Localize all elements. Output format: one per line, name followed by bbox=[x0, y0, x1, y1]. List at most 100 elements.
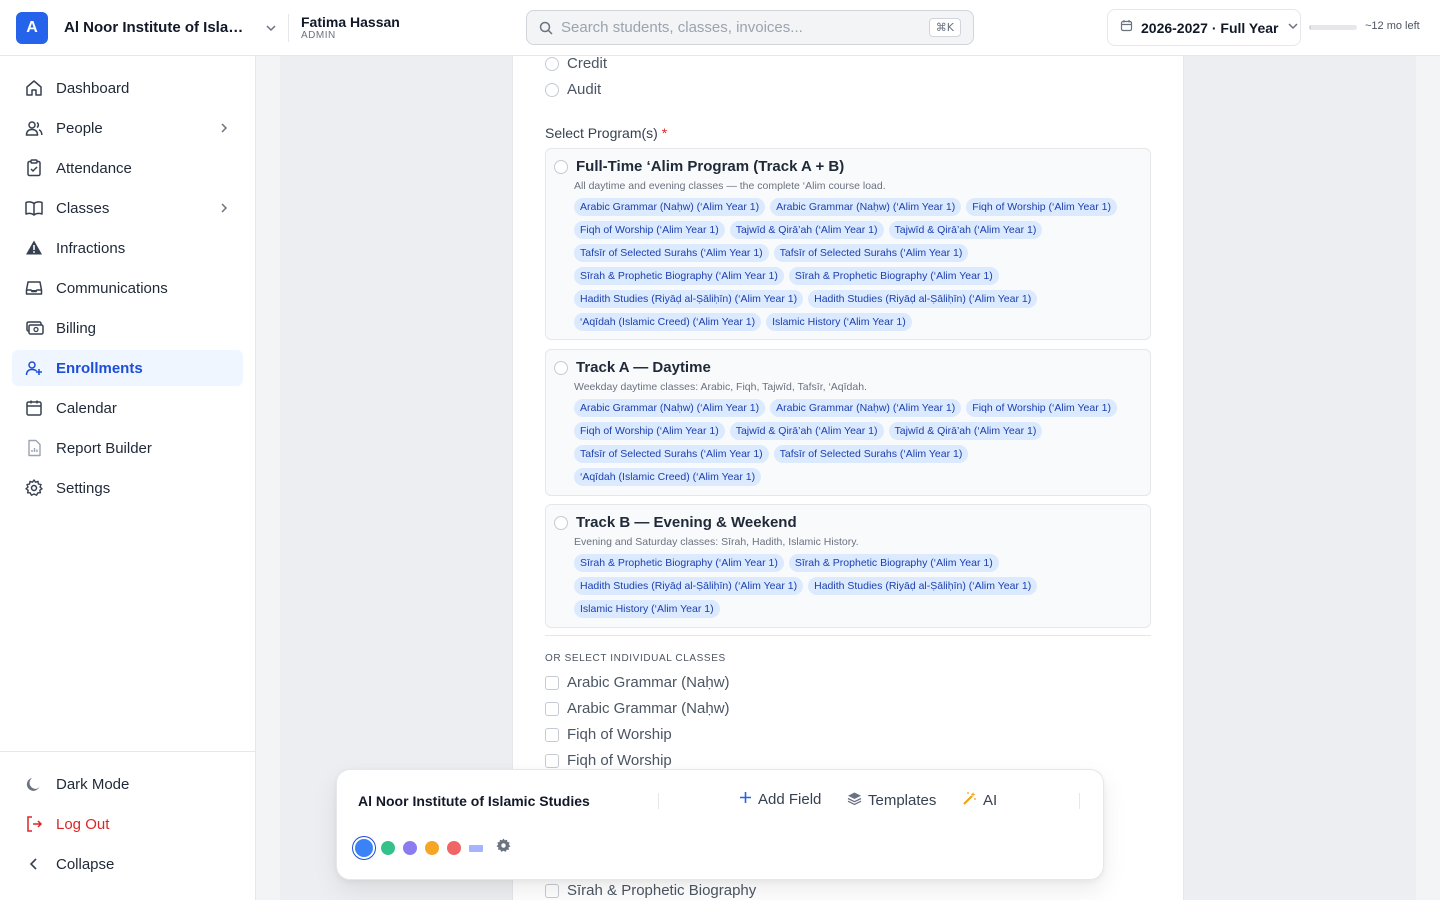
year-progress-bar bbox=[1309, 25, 1357, 30]
sidebar-item-people[interactable]: People bbox=[12, 110, 243, 146]
layers-icon bbox=[847, 791, 862, 810]
divider bbox=[1079, 793, 1080, 809]
checkbox[interactable] bbox=[545, 701, 559, 716]
programs-label-text: Select Program(s) bbox=[545, 125, 658, 141]
enrollment-option-credit[interactable]: Credit bbox=[545, 55, 607, 72]
program-description: Weekday daytime classes: Arabic, Fiqh, T… bbox=[574, 381, 867, 393]
templates-button[interactable]: Templates bbox=[847, 791, 936, 810]
sidebar-item-billing[interactable]: Billing bbox=[12, 310, 243, 346]
divider bbox=[545, 635, 1151, 636]
required-mark: * bbox=[661, 125, 668, 141]
org-switcher[interactable]: A Al Noor Institute of Islamic... bbox=[0, 11, 288, 44]
sidebar-item-label: Calendar bbox=[56, 399, 117, 417]
layout-style-icon[interactable] bbox=[469, 844, 483, 852]
class-chip: Sīrah & Prophetic Biography (‘Alim Year … bbox=[574, 554, 784, 572]
color-swatch-purple[interactable] bbox=[403, 841, 417, 855]
sidebar-item-enrollments[interactable]: Enrollments bbox=[12, 350, 243, 386]
class-chip: Sīrah & Prophetic Biography (‘Alim Year … bbox=[574, 267, 784, 285]
class-chip: Tajwīd & Qirā’ah (‘Alim Year 1) bbox=[888, 422, 1043, 440]
inbox-icon bbox=[24, 278, 44, 298]
global-search[interactable]: ⌘K bbox=[526, 10, 974, 45]
individual-class-option[interactable]: Fiqh of Worship bbox=[545, 726, 672, 743]
checkbox[interactable] bbox=[545, 675, 559, 690]
sidebar-item-label: Classes bbox=[56, 199, 110, 217]
color-swatch-blue[interactable] bbox=[355, 839, 373, 857]
sidebar-footer: Dark Mode Log Out Collapse bbox=[0, 751, 255, 886]
users-icon bbox=[24, 118, 44, 138]
moon-icon bbox=[24, 774, 44, 794]
sidebar-item-label: Attendance bbox=[56, 159, 132, 177]
search-input[interactable] bbox=[561, 19, 929, 36]
program-title: Track A — Daytime bbox=[576, 359, 711, 376]
class-chip: ‘Aqīdah (Islamic Creed) (‘Alim Year 1) bbox=[574, 313, 762, 331]
program-option-track-b[interactable]: Track B — Evening & Weekend Evening and … bbox=[545, 504, 1151, 628]
gear-icon[interactable] bbox=[495, 837, 512, 859]
user-role: ADMIN bbox=[301, 29, 336, 41]
calendar-icon bbox=[24, 398, 44, 418]
class-chip: Sīrah & Prophetic Biography (‘Alim Year … bbox=[788, 554, 999, 572]
program-option-track-a[interactable]: Track A — Daytime Weekday daytime classe… bbox=[545, 349, 1151, 496]
sidebar-item-settings[interactable]: Settings bbox=[12, 470, 243, 506]
individual-class-option[interactable]: Arabic Grammar (Naḥw) bbox=[545, 700, 730, 717]
checkbox[interactable] bbox=[545, 727, 559, 742]
chevron-right-icon bbox=[217, 201, 231, 215]
sidebar-item-report-builder[interactable]: Report Builder bbox=[12, 430, 243, 466]
individual-class-option[interactable]: Fiqh of Worship bbox=[545, 752, 672, 769]
chevron-down-icon bbox=[1287, 19, 1299, 37]
search-icon bbox=[539, 21, 553, 35]
program-class-chips: Sīrah & Prophetic Biography (‘Alim Year … bbox=[574, 554, 1142, 618]
class-chip: Tafsīr of Selected Surahs (‘Alim Year 1) bbox=[773, 244, 969, 262]
sidebar-item-calendar[interactable]: Calendar bbox=[12, 390, 243, 426]
radio-button[interactable] bbox=[554, 360, 568, 375]
option-label: Credit bbox=[567, 55, 608, 72]
checkbox[interactable] bbox=[545, 753, 559, 768]
color-swatch-green[interactable] bbox=[381, 841, 395, 855]
sidebar: Dashboard People Attendance Classes Infr… bbox=[0, 56, 256, 900]
program-option-full-time[interactable]: Full-Time ‘Alim Program (Track A + B) Al… bbox=[545, 148, 1151, 340]
radio-button[interactable] bbox=[545, 82, 559, 97]
radio-button[interactable] bbox=[554, 515, 568, 530]
user-plus-icon bbox=[24, 358, 44, 378]
class-chip: Arabic Grammar (Naḥw) (‘Alim Year 1) bbox=[770, 198, 962, 216]
checkbox[interactable] bbox=[545, 883, 559, 898]
class-label: Arabic Grammar (Naḥw) bbox=[567, 674, 730, 691]
class-label: Sīrah & Prophetic Biography bbox=[567, 882, 757, 899]
individual-class-option[interactable]: Sīrah & Prophetic Biography bbox=[545, 882, 756, 899]
academic-year-selector[interactable]: 2026-2027 · Full Year bbox=[1107, 9, 1301, 46]
add-field-label: Add Field bbox=[758, 791, 822, 808]
chevron-right-icon bbox=[217, 121, 231, 135]
year-progress-fill bbox=[1309, 25, 1311, 30]
warning-icon bbox=[24, 238, 44, 258]
ai-button[interactable]: AI bbox=[962, 791, 997, 810]
dark-mode-toggle[interactable]: Dark Mode bbox=[12, 766, 243, 802]
program-class-chips: Arabic Grammar (Naḥw) (‘Alim Year 1) Arab… bbox=[574, 198, 1142, 331]
individual-class-option[interactable]: Arabic Grammar (Naḥw) bbox=[545, 674, 730, 691]
radio-button[interactable] bbox=[554, 159, 568, 174]
sidebar-item-communications[interactable]: Communications bbox=[12, 270, 243, 306]
class-chip: ‘Aqīdah (Islamic Creed) (‘Alim Year 1) bbox=[574, 468, 762, 486]
collapse-label: Collapse bbox=[56, 855, 115, 873]
sidebar-item-attendance[interactable]: Attendance bbox=[12, 150, 243, 186]
user-info[interactable]: Fatima Hassan ADMIN bbox=[288, 13, 400, 42]
logout-button[interactable]: Log Out bbox=[12, 806, 243, 842]
ai-label: AI bbox=[983, 792, 998, 809]
enrollment-option-audit[interactable]: Audit bbox=[545, 81, 601, 98]
logout-icon bbox=[24, 814, 44, 834]
form-title[interactable]: Al Noor Institute of Islamic Studies bbox=[358, 793, 590, 809]
sidebar-item-dashboard[interactable]: Dashboard bbox=[12, 70, 243, 106]
sidebar-item-classes[interactable]: Classes bbox=[12, 190, 243, 226]
class-chip: Fiqh of Worship (‘Alim Year 1) bbox=[966, 399, 1117, 417]
gear-icon bbox=[24, 478, 44, 498]
radio-button[interactable] bbox=[545, 56, 559, 71]
sidebar-item-infractions[interactable]: Infractions bbox=[12, 230, 243, 266]
collapse-sidebar-button[interactable]: Collapse bbox=[12, 846, 243, 882]
year-remaining-text: ~12 mo left bbox=[1365, 20, 1420, 32]
class-chip: Tafsīr of Selected Surahs (‘Alim Year 1) bbox=[773, 445, 969, 463]
sidebar-nav: Dashboard People Attendance Classes Infr… bbox=[0, 56, 255, 506]
sidebar-item-label: People bbox=[56, 119, 103, 137]
add-field-button[interactable]: Add Field bbox=[739, 791, 821, 808]
divider bbox=[658, 793, 659, 809]
color-swatch-red[interactable] bbox=[447, 841, 461, 855]
book-icon bbox=[24, 198, 44, 218]
color-swatch-orange[interactable] bbox=[425, 841, 439, 855]
